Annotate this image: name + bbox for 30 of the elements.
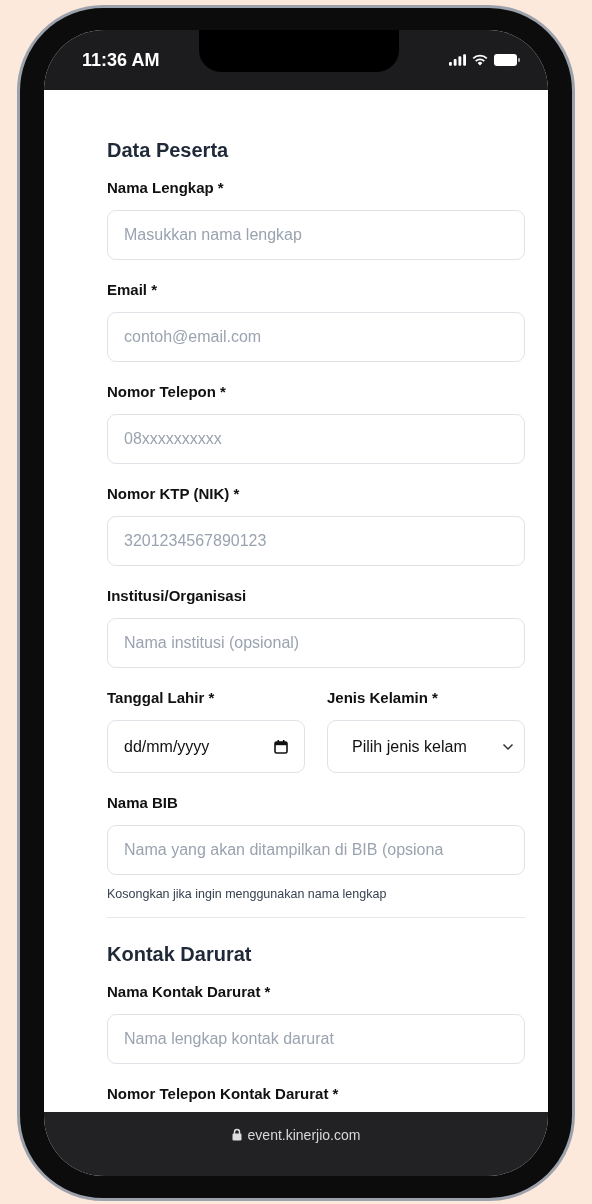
field-label: Nama BIB <box>107 793 179 813</box>
text-input[interactable]: 3201234567890123 <box>107 516 525 566</box>
section-title: Data Peserta <box>107 138 230 162</box>
field-label: Nomor Telepon Kontak Darurat * <box>107 1084 340 1104</box>
status-time: 11:36 AM <box>82 49 160 71</box>
wifi-icon <box>472 54 488 66</box>
text-input[interactable]: Nama institusi (opsional) <box>107 618 525 668</box>
text-input[interactable]: 08xxxxxxxxxx <box>107 414 525 464</box>
gender-select[interactable]: Pilih jenis kelam <box>327 720 525 773</box>
field-label: Nomor KTP (NIK) * <box>107 484 241 504</box>
field-label: Nama Lengkap * <box>107 178 225 198</box>
field-hint: Kosongkan jika ingin menggunakan nama lengkap <box>107 887 388 901</box>
section-title: Kontak Darurat <box>107 942 253 966</box>
lock-icon <box>231 1128 242 1141</box>
field-label: Nama Kontak Darurat * <box>107 982 272 1002</box>
text-input[interactable]: contoh@email.com <box>107 312 525 362</box>
calendar-icon <box>274 739 288 754</box>
text-input[interactable]: Masukkan nama lengkap <box>107 210 525 260</box>
signal-icon <box>449 54 466 66</box>
chevron-down-icon <box>502 742 514 751</box>
field-label: Tanggal Lahir * <box>107 688 216 708</box>
page-url[interactable]: event.kinerjio.com <box>247 1126 361 1144</box>
text-input[interactable]: Nama lengkap kontak darurat <box>107 1014 525 1064</box>
field-label: Email * <box>107 280 159 300</box>
field-label: Institusi/Organisasi <box>107 586 248 606</box>
date-field[interactable]: dd/mm/yyyy <box>107 720 305 773</box>
text-input[interactable]: Nama yang akan ditampilkan di BIB (opsiona <box>107 825 525 875</box>
battery-icon <box>494 54 520 66</box>
field-label: Nomor Telepon * <box>107 382 227 402</box>
field-label: Jenis Kelamin * <box>327 688 439 708</box>
